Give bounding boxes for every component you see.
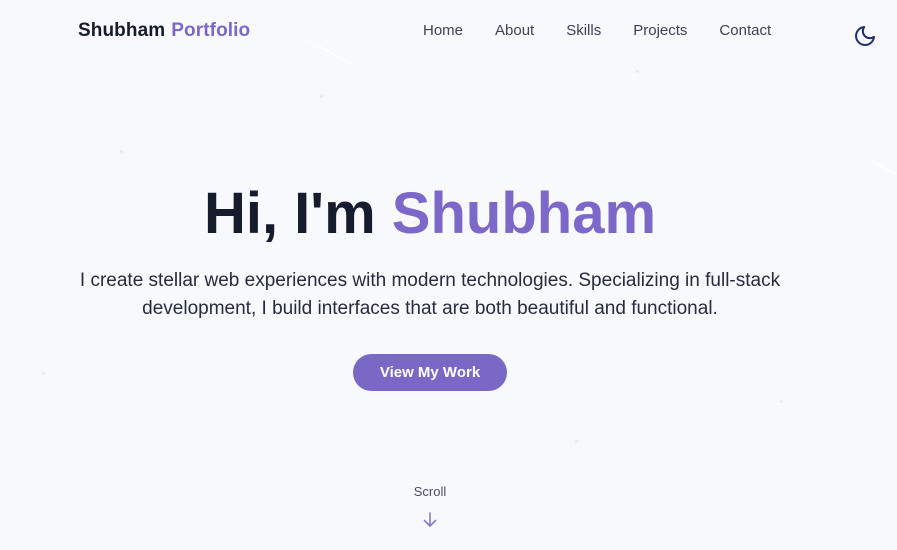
main-navigation: Home About Skills Projects Contact: [423, 21, 771, 41]
top-navbar: Shubham Portfolio Home About Skills Proje…: [0, 0, 897, 62]
view-my-work-button[interactable]: View My Work: [353, 354, 507, 391]
background-star: [42, 372, 45, 375]
nav-link-contact[interactable]: Contact: [719, 21, 771, 41]
moon-icon: [855, 26, 875, 46]
hero-heading: Hi, I'm Shubham: [0, 180, 860, 248]
hero-description: I create stellar web experiences with mo…: [79, 270, 781, 319]
background-star: [120, 150, 123, 153]
nav-link-skills[interactable]: Skills: [566, 21, 601, 41]
nav-link-home[interactable]: Home: [423, 21, 463, 41]
theme-toggle-button[interactable]: [853, 24, 877, 48]
nav-link-about[interactable]: About: [495, 21, 534, 41]
hero-name: Shubham: [391, 181, 657, 246]
background-star: [320, 95, 323, 98]
background-star: [575, 440, 578, 443]
brand-first-word: Shubham: [78, 20, 166, 41]
brand-logo[interactable]: Shubham Portfolio: [78, 20, 250, 42]
background-star: [780, 400, 783, 403]
scroll-label[interactable]: Scroll: [390, 484, 470, 499]
background-star: [636, 70, 639, 73]
background-streak: [854, 150, 897, 187]
hero-greeting: Hi, I'm: [203, 181, 376, 246]
arrow-down-icon[interactable]: [422, 510, 438, 530]
brand-second-word: Portfolio: [171, 20, 251, 41]
page: Shubham Portfolio Home About Skills Proje…: [0, 0, 897, 550]
nav-link-projects[interactable]: Projects: [633, 21, 687, 41]
